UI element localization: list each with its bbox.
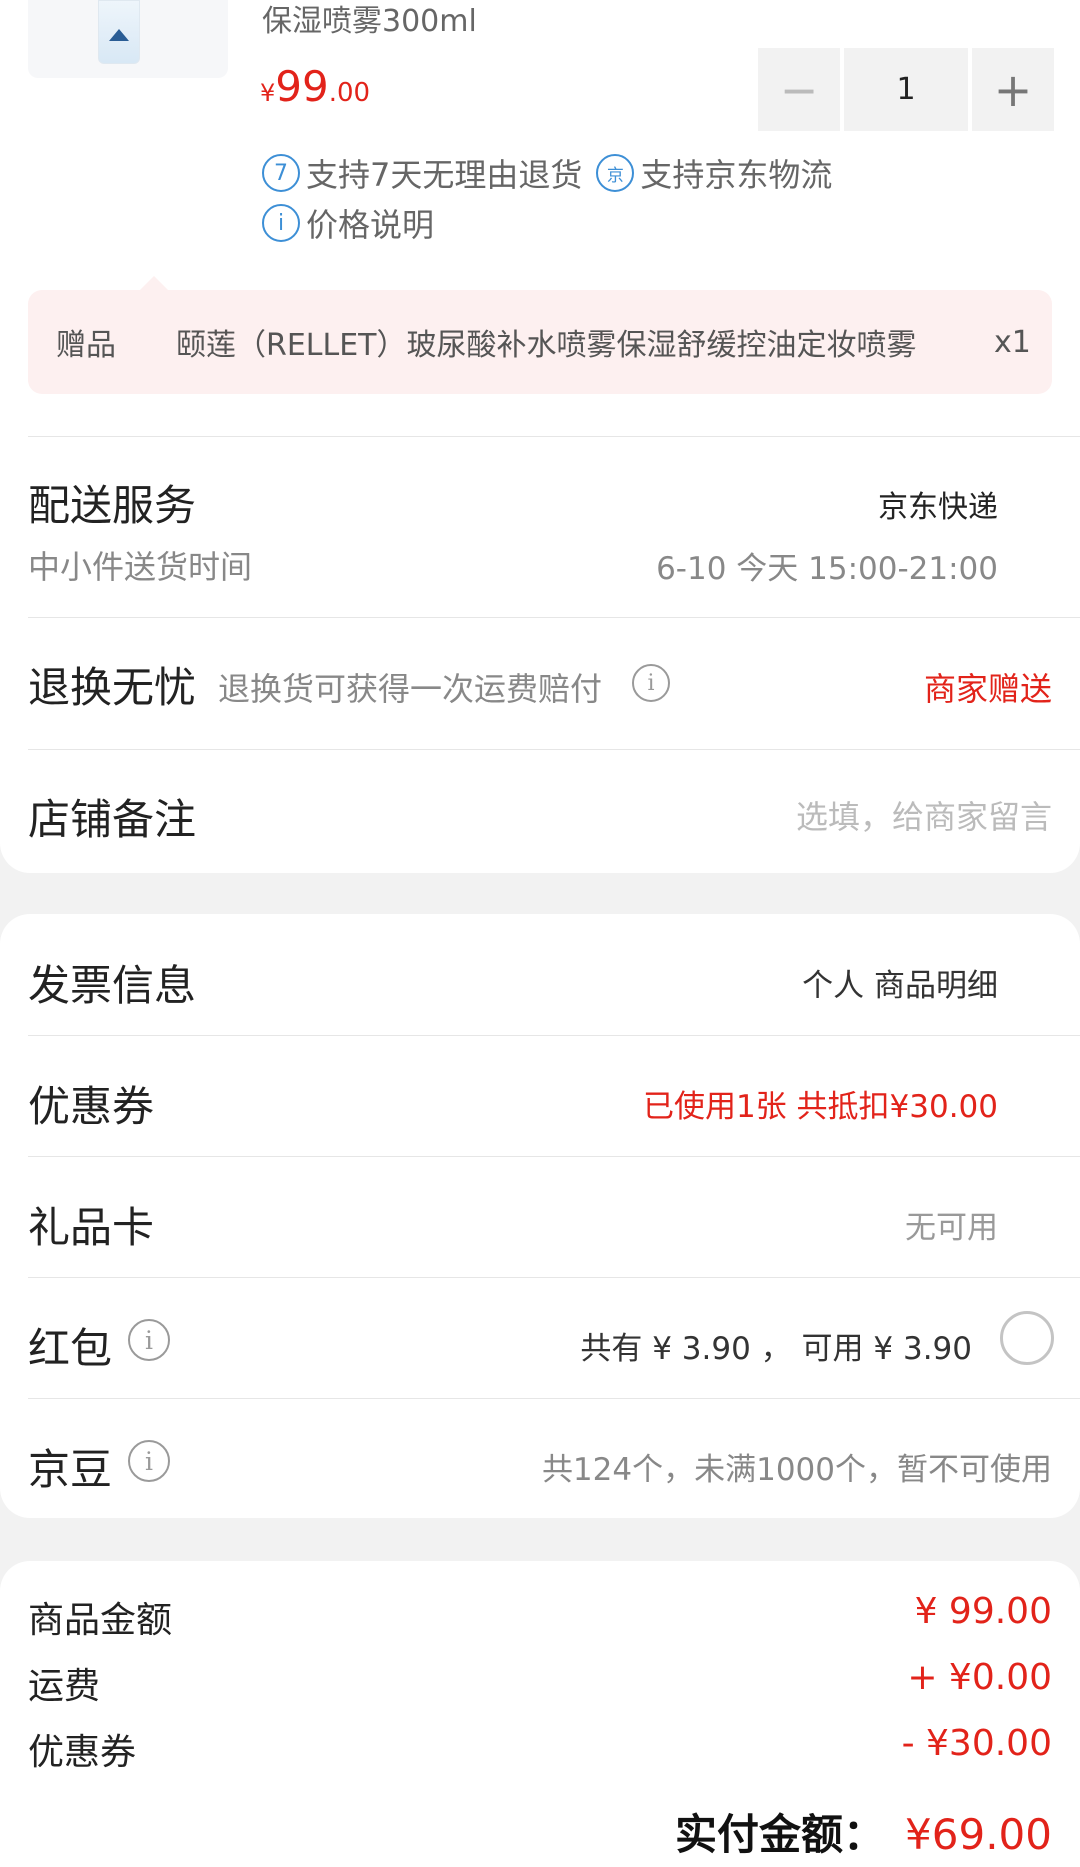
price-decimal: .00: [328, 78, 371, 108]
invoice-value: 个人 商品明细: [802, 968, 998, 1004]
info-icon: i: [262, 204, 300, 242]
info-circle-icon[interactable]: i: [632, 664, 670, 702]
price-note-row[interactable]: i 价格说明: [262, 200, 434, 246]
payment-options-card: 发票信息 个人 商品明细 优惠券 已使用1张 共抵扣¥30.00 礼品卡 无可用…: [0, 914, 1080, 1518]
price-currency: ¥: [260, 79, 276, 107]
delivery-title: 配送服务: [28, 481, 197, 530]
divider: [28, 617, 1080, 618]
mountain-logo-icon: [109, 29, 129, 41]
product-title[interactable]: 保湿喷雾300ml: [262, 0, 477, 40]
order-product-card: 保湿喷雾300ml ¥99.00 − 1 + 7 支持7天无理由退货 京 支持京…: [0, 0, 1080, 873]
divider: [28, 1156, 1080, 1157]
summary-coupon-value: - ¥30.00: [901, 1723, 1052, 1764]
gift-name: 颐莲（RELLET）玻尿酸补水喷雾保湿舒缓控油定妆喷雾: [176, 328, 917, 363]
gift-card-value: 无可用: [905, 1210, 998, 1246]
summary-goods-value: ¥ 99.00: [914, 1591, 1052, 1632]
store-note-title: 店铺备注: [28, 795, 197, 844]
spray-bottle-image: [98, 0, 140, 64]
return-desc: 退换货可获得一次运费赔付: [218, 670, 603, 708]
summary-shipping-label: 运费: [28, 1666, 101, 1707]
jd-logistics-label[interactable]: 支持京东物流: [640, 150, 832, 196]
coupon-title: 优惠券: [28, 1082, 155, 1131]
divider: [28, 749, 1080, 750]
gift-quantity: x1: [994, 324, 1031, 360]
divider: [28, 1035, 1080, 1036]
info-circle-icon[interactable]: i: [128, 1319, 170, 1361]
delivery-carrier: 京东快递: [878, 490, 998, 525]
total-payment-label: 实付金额：: [675, 1810, 886, 1859]
increase-quantity-button[interactable]: +: [972, 48, 1054, 131]
invoice-title: 发票信息: [28, 961, 197, 1010]
price-explanation-link[interactable]: 价格说明: [306, 200, 434, 246]
seven-day-return-icon: 7: [262, 154, 300, 192]
total-payment: 实付金额： ¥69.00: [675, 1801, 1052, 1862]
delivery-time: 6-10 今天 15:00-21:00: [656, 551, 998, 587]
divider: [28, 1277, 1080, 1278]
total-payment-value: ¥69.00: [905, 1810, 1052, 1859]
seven-day-return-label[interactable]: 支持7天无理由退货: [306, 150, 582, 196]
red-packet-value: 共有 ¥ 3.90 ， 可用 ¥ 3.90: [580, 1331, 972, 1367]
price-integer: 99: [275, 62, 329, 111]
jd-beans-title: 京豆: [28, 1445, 113, 1494]
quantity-stepper: − 1 +: [758, 48, 1054, 131]
gift-item[interactable]: 赠品 颐莲（RELLET）玻尿酸补水喷雾保湿舒缓控油定妆喷雾 x1: [28, 276, 1052, 394]
return-title: 退换无忧: [28, 663, 197, 712]
jd-beans-value: 共124个，未满1000个，暂不可使用: [541, 1452, 1052, 1488]
info-circle-icon[interactable]: i: [128, 1440, 170, 1482]
gift-card-title: 礼品卡: [28, 1203, 155, 1252]
return-value: 商家赠送: [923, 670, 1052, 708]
summary-goods-label: 商品金额: [28, 1600, 173, 1641]
order-summary-card: 商品金额 ¥ 99.00 运费 + ¥0.00 优惠券 - ¥30.00 实付金…: [0, 1561, 1080, 1867]
coupon-value: 已使用1张 共抵扣¥30.00: [642, 1089, 998, 1125]
summary-coupon-label: 优惠券: [28, 1732, 137, 1773]
radio-unchecked-icon[interactable]: [1000, 1311, 1054, 1365]
gift-label: 赠品: [56, 328, 116, 363]
summary-shipping-value: + ¥0.00: [907, 1657, 1052, 1698]
divider: [28, 436, 1080, 437]
product-thumbnail[interactable]: [28, 0, 228, 78]
divider: [28, 1398, 1080, 1399]
delivery-time-label: 中小件送货时间: [28, 548, 253, 586]
product-price: ¥99.00: [260, 62, 370, 111]
store-note-input[interactable]: 选填，给商家留言: [796, 792, 1052, 838]
quantity-value[interactable]: 1: [844, 48, 968, 131]
red-packet-title: 红包: [28, 1324, 113, 1373]
jd-logistics-icon: 京: [596, 154, 635, 192]
decrease-quantity-button[interactable]: −: [758, 48, 840, 131]
service-tags-row: 7 支持7天无理由退货 京 支持京东物流: [262, 150, 832, 196]
